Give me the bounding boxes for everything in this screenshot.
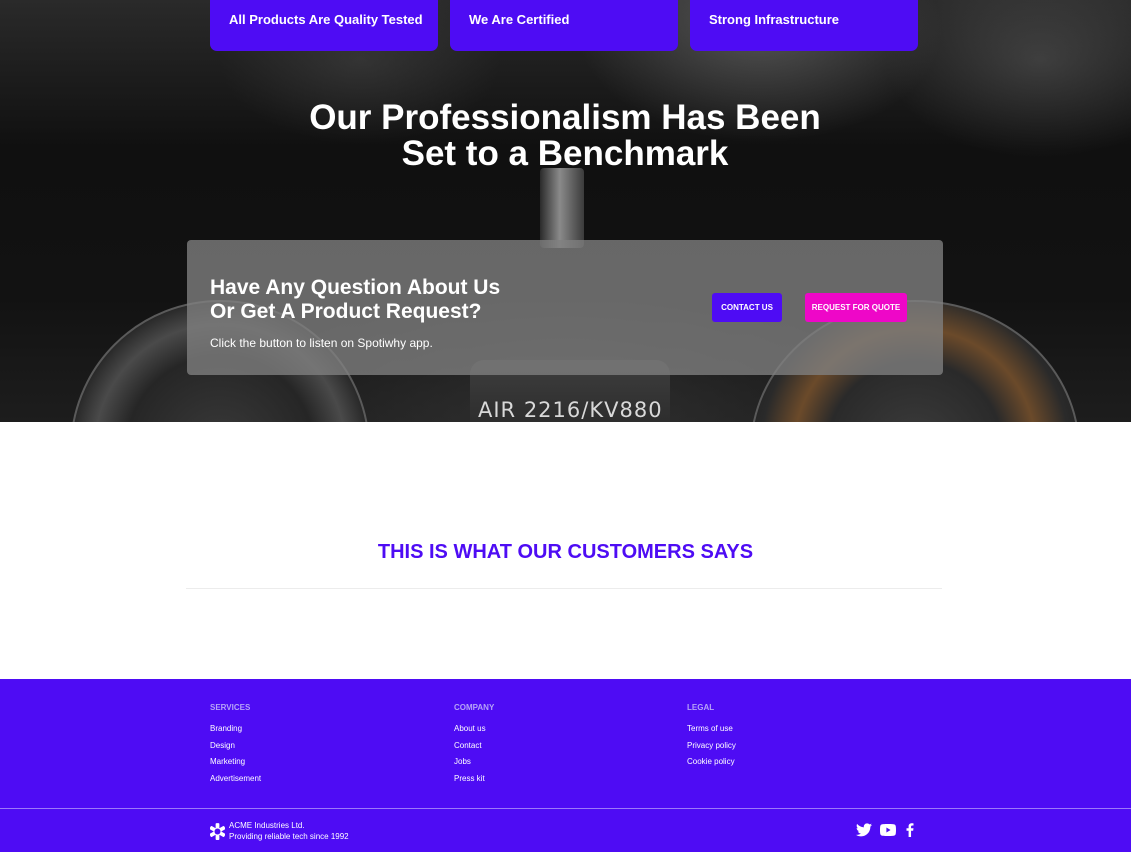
footer: SERVICES Branding Design Marketing Adver… (0, 679, 1131, 852)
feature-card-certified: We Are Certified (450, 0, 678, 51)
testimonials-heading: THIS IS WHAT OUR CUSTOMERS SAYS (377, 541, 754, 563)
footer-link-jobs[interactable]: Jobs (454, 757, 494, 774)
footer-link-marketing[interactable]: Marketing (210, 757, 261, 774)
footer-legal-title: LEGAL (687, 703, 715, 712)
cta-title-line1: Have Any Question About Us (210, 276, 501, 299)
cta-title-line2: Or Get A Product Request? (210, 300, 482, 323)
cta-subtitle: Click the button to listen on Spotiwhy a… (210, 336, 433, 350)
footer-link-cookie[interactable]: Cookie policy (687, 757, 736, 774)
footer-link-branding[interactable]: Branding (210, 724, 261, 741)
footer-services-column: SERVICES Branding Design Marketing Adver… (210, 703, 261, 790)
footer-company-column: COMPANY About us Contact Jobs Press kit (454, 703, 494, 790)
hero-title: Our Professionalism Has Been Set to a Be… (230, 100, 900, 172)
footer-link-about-us[interactable]: About us (454, 724, 494, 741)
testimonials-divider (186, 588, 942, 589)
feature-label: All Products Are Quality Tested (229, 12, 423, 27)
brand-name: ACME Industries Ltd. (229, 821, 305, 830)
twitter-icon[interactable] (856, 823, 872, 837)
cta-box: Have Any Question About Us Or Get A Prod… (187, 240, 943, 375)
youtube-icon[interactable] (880, 823, 896, 837)
feature-label: Strong Infrastructure (709, 12, 840, 27)
feature-label: We Are Certified (469, 12, 570, 27)
brand-text: ACME Industries Ltd. Providing reliable … (229, 820, 349, 842)
footer-services-title: SERVICES (210, 703, 251, 712)
footer-link-terms[interactable]: Terms of use (687, 724, 736, 741)
footer-link-privacy[interactable]: Privacy policy (687, 741, 736, 758)
footer-link-press-kit[interactable]: Press kit (454, 774, 494, 791)
gear-logo-icon (210, 823, 225, 840)
footer-divider (0, 808, 1131, 809)
cta-title: Have Any Question About Us Or Get A Prod… (210, 276, 540, 324)
hero-title-line2: Set to a Benchmark (401, 134, 729, 173)
footer-company-title: COMPANY (454, 703, 495, 712)
motor-shaft-image (540, 168, 584, 248)
brand-tagline: Providing reliable tech since 1992 (229, 832, 349, 841)
product-marking: AIR 2216/KV880 (478, 398, 663, 422)
footer-brand: ACME Industries Ltd. Providing reliable … (210, 820, 349, 842)
feature-card-infrastructure: Strong Infrastructure (690, 0, 918, 51)
feature-card-quality: All Products Are Quality Tested (210, 0, 438, 51)
contact-us-button[interactable]: CONTACT US (712, 293, 782, 322)
footer-link-design[interactable]: Design (210, 741, 261, 758)
hero-section: AIR 2216/KV880 All Products Are Quality … (0, 0, 1131, 422)
hero-title-line1: Our Professionalism Has Been (309, 98, 821, 137)
footer-link-advertisement[interactable]: Advertisement (210, 774, 261, 791)
facebook-icon[interactable] (904, 823, 916, 837)
footer-legal-column: LEGAL Terms of use Privacy policy Cookie… (687, 703, 736, 774)
request-quote-button[interactable]: REQUEST FOR QUOTE (805, 293, 907, 322)
footer-link-contact[interactable]: Contact (454, 741, 494, 758)
